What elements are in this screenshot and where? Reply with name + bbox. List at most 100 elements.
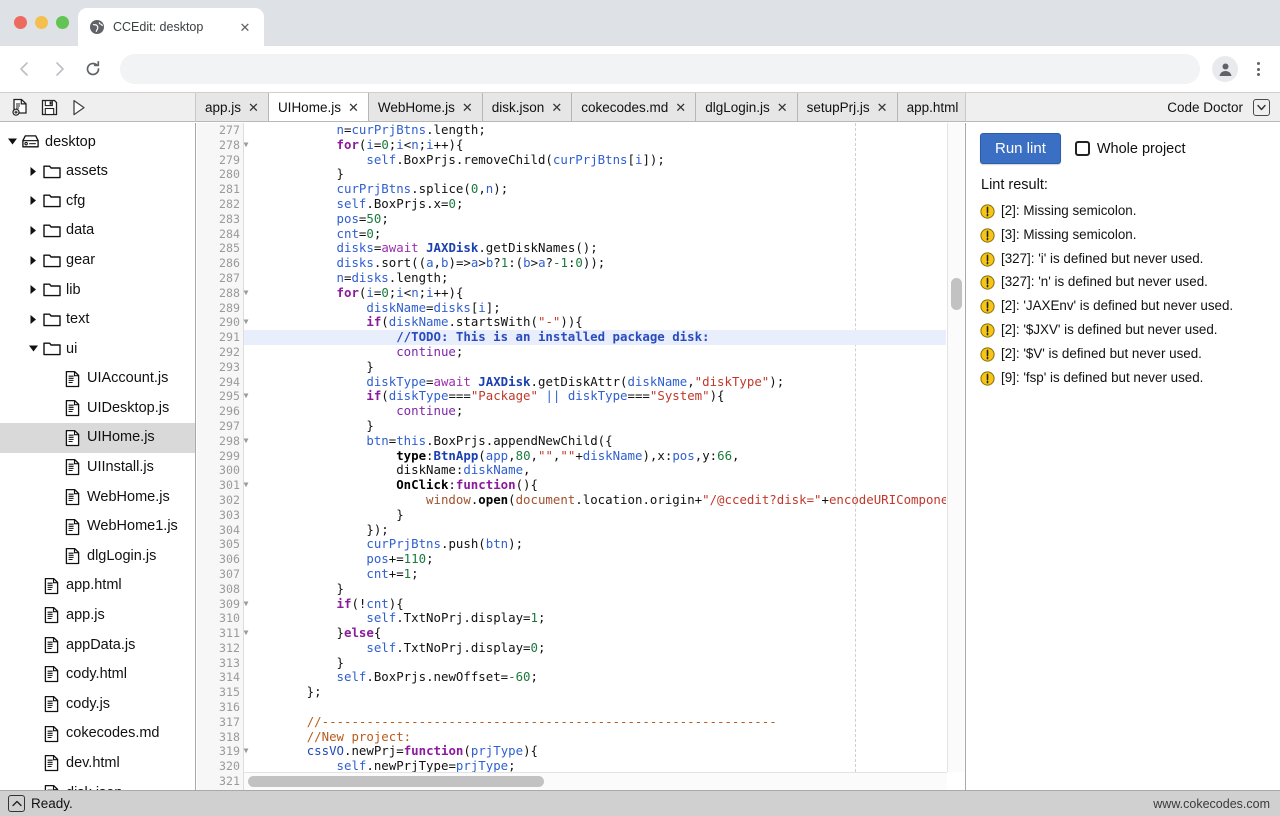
close-tab-icon[interactable]: ✕ — [236, 18, 254, 36]
explorer-item-cody-js[interactable]: cody.js — [0, 689, 195, 719]
explorer-item-UIHome-js[interactable]: UIHome.js — [0, 422, 195, 453]
editor-tab-close-icon[interactable]: ✕ — [462, 101, 473, 114]
explorer-item-label: cokecodes.md — [66, 725, 160, 742]
vertical-scroll-thumb[interactable] — [951, 278, 962, 310]
collapse-panel-icon[interactable] — [8, 795, 25, 812]
profile-avatar[interactable] — [1212, 56, 1238, 82]
code-editor[interactable]: 277 278 ▼ 279 280 281 282 283 284 285 286 287 288 ▼ 28… — [197, 123, 964, 790]
explorer-item-disk-json[interactable]: disk.json — [0, 778, 195, 790]
editor-tab-close-icon[interactable]: ✕ — [348, 101, 359, 114]
explorer-item-cokecodes-md[interactable]: cokecodes.md — [0, 719, 195, 749]
code-fold-toggle-icon[interactable]: ▼ — [241, 744, 251, 759]
editor-tab-close-icon[interactable]: ✕ — [551, 101, 562, 114]
code-fold-toggle-icon[interactable]: ▼ — [241, 597, 251, 612]
run-icon[interactable] — [66, 96, 90, 118]
new-file-icon[interactable] — [8, 96, 32, 118]
editor-tab-disk-json[interactable]: disk.json ✕ — [482, 93, 573, 121]
lint-result-item[interactable]: [3]: Missing semicolon. — [980, 223, 1270, 247]
chevron-right-icon[interactable] — [27, 283, 40, 296]
browser-menu-icon[interactable] — [1246, 56, 1270, 82]
explorer-item-UIInstall-js[interactable]: UIInstall.js — [0, 453, 195, 483]
editor-tab-dlgLogin-js[interactable]: dlgLogin.js ✕ — [696, 93, 798, 121]
chevron-right-icon[interactable] — [27, 313, 40, 326]
run-lint-button[interactable]: Run lint — [980, 133, 1061, 164]
lint-result-item[interactable]: [2]: Missing semicolon. — [980, 199, 1270, 223]
code-fold-toggle-icon[interactable]: ▼ — [241, 315, 251, 330]
explorer-item-text[interactable]: text — [0, 305, 195, 335]
code-fold-toggle-icon[interactable]: ▼ — [241, 626, 251, 641]
editor-tab-close-icon[interactable]: ✕ — [777, 101, 788, 114]
browser-tab[interactable]: CCEdit: desktop ✕ — [78, 8, 264, 46]
editor-tab-close-icon[interactable]: ✕ — [248, 101, 259, 114]
whole-project-checkbox-row[interactable]: Whole project — [1074, 141, 1186, 157]
back-arrow-icon[interactable] — [10, 54, 40, 84]
address-bar-input[interactable] — [120, 54, 1200, 84]
line-number: 315 — [219, 685, 240, 700]
code-fold-toggle-icon[interactable]: ▼ — [241, 478, 251, 493]
explorer-item-dev-html[interactable]: dev.html — [0, 748, 195, 778]
explorer-item-cody-html[interactable]: cody.html — [0, 660, 195, 690]
editor-tab-close-icon[interactable]: ✕ — [675, 101, 686, 114]
window-traffic-lights[interactable] — [14, 16, 69, 29]
explorer-item-appData-js[interactable]: appData.js — [0, 630, 195, 660]
editor-tab-cokecodes-md[interactable]: cokecodes.md ✕ — [572, 93, 697, 121]
code-doctor-dropdown-icon[interactable] — [1253, 98, 1270, 116]
explorer-item-WebHome-js[interactable]: WebHome.js — [0, 482, 195, 512]
lint-result-item[interactable]: [2]: '$V' is defined but never used. — [980, 342, 1270, 366]
explorer-item-dlgLogin-js[interactable]: dlgLogin.js — [0, 541, 195, 571]
lint-result-item[interactable]: [2]: 'JAXEnv' is defined but never used. — [980, 294, 1270, 318]
explorer-item-label: ui — [66, 340, 78, 357]
horizontal-scroll-thumb[interactable] — [248, 776, 544, 787]
explorer-item-label: cody.html — [66, 666, 127, 683]
code-fold-toggle-icon[interactable]: ▼ — [241, 138, 251, 153]
explorer-item-assets[interactable]: assets — [0, 157, 195, 187]
explorer-item-cfg[interactable]: cfg — [0, 186, 195, 216]
explorer-item-UIDesktop-js[interactable]: UIDesktop.js — [0, 393, 195, 423]
explorer-item-lib[interactable]: lib — [0, 275, 195, 305]
explorer-item-ui[interactable]: ui — [0, 334, 195, 364]
editor-tab-app-js[interactable]: app.js ✕ — [196, 93, 269, 121]
editor-horizontal-scrollbar[interactable] — [244, 772, 947, 790]
lint-result-item[interactable]: [327]: 'i' is defined but never used. — [980, 247, 1270, 271]
chevron-down-icon[interactable] — [6, 135, 19, 148]
explorer-item-app-js[interactable]: app.js — [0, 601, 195, 631]
explorer-item-UIAccount-js[interactable]: UIAccount.js — [0, 364, 195, 394]
maximize-window-button[interactable] — [56, 16, 69, 29]
lint-result-item[interactable]: [327]: 'n' is defined but never used. — [980, 270, 1270, 294]
explorer-item-WebHome1-js[interactable]: WebHome1.js — [0, 512, 195, 542]
lint-result-item[interactable]: [9]: 'fsp' is defined but never used. — [980, 366, 1270, 390]
code-fold-toggle-icon[interactable]: ▼ — [241, 389, 251, 404]
chevron-down-icon[interactable] — [27, 342, 40, 355]
close-window-button[interactable] — [14, 16, 27, 29]
chevron-right-icon[interactable] — [27, 254, 40, 267]
forward-arrow-icon[interactable] — [44, 54, 74, 84]
save-icon[interactable] — [37, 96, 61, 118]
chevron-right-icon[interactable] — [27, 224, 40, 237]
explorer-item-data[interactable]: data — [0, 216, 195, 246]
editor-tab-WebHome-js[interactable]: WebHome.js ✕ — [368, 93, 483, 121]
code-text-area[interactable]: n=curPrjBtns.length; for(i=0;i<n;i++){ s… — [244, 123, 946, 772]
reload-icon[interactable] — [78, 54, 108, 84]
editor-tab-app-html[interactable]: app.html✕ — [897, 93, 965, 121]
app-tool-icons — [0, 93, 196, 121]
explorer-item-app-html[interactable]: app.html — [0, 571, 195, 601]
code-fold-toggle-icon[interactable]: ▼ — [241, 434, 251, 449]
code-fold-toggle-icon[interactable]: ▼ — [241, 286, 251, 301]
editor-tab-close-icon[interactable]: ✕ — [877, 101, 888, 114]
whole-project-checkbox[interactable] — [1074, 141, 1090, 156]
editor-tab-UIHome-js[interactable]: UIHome.js ✕ — [268, 93, 369, 121]
explorer-item-gear[interactable]: gear — [0, 245, 195, 275]
chevron-right-icon[interactable] — [27, 194, 40, 207]
explorer-item-desktop[interactable]: desktop — [0, 127, 195, 157]
line-number: 280 — [219, 167, 240, 182]
editor-tab-setupPrj-js[interactable]: setupPrj.js ✕ — [797, 93, 898, 121]
chevron-right-icon[interactable] — [27, 165, 40, 178]
folder-icon — [42, 191, 61, 210]
editor-vertical-scrollbar[interactable] — [947, 123, 964, 772]
file-explorer[interactable]: desktop assets cfg data gear lib text ui UIAccou… — [0, 123, 196, 790]
lint-result-item[interactable]: [2]: '$JXV' is defined but never used. — [980, 318, 1270, 342]
file-icon — [63, 399, 82, 418]
minimize-window-button[interactable] — [35, 16, 48, 29]
line-number: 299 — [219, 448, 240, 463]
